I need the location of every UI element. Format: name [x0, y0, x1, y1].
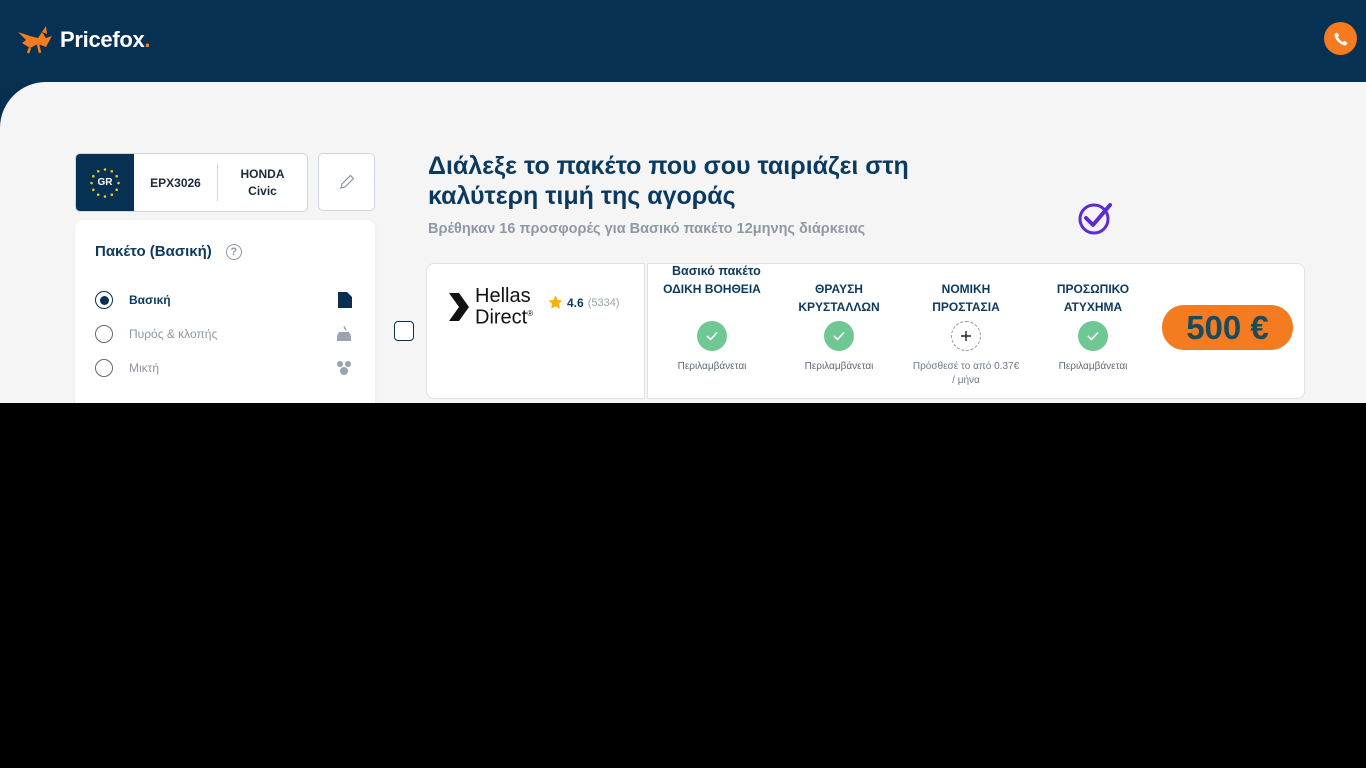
vehicle-make: HONDA [240, 166, 285, 181]
cover-title: ΠΡΟΣΩΠΙΚΟ ΑΤΥΧΗΜΑ [1056, 282, 1130, 314]
offers-count-text: Βρέθηκαν 16 προσφορές για Βασικό πακέτο … [428, 221, 866, 237]
package-title-text: Πακέτο (Βασική) [95, 243, 212, 260]
phone-button[interactable] [1324, 22, 1357, 55]
pencil-icon [339, 174, 354, 189]
package-panel: Πακέτο (Βασική) ? Βασική Πυρός & κλοπής … [75, 220, 375, 403]
package-option-fire-theft[interactable]: Πυρός & κλοπής [95, 324, 355, 344]
brand-name: Pricefox [60, 27, 145, 52]
provider-name: Hellas Direct® [475, 285, 534, 329]
pricefox-logo[interactable]: Pricefox. [16, 26, 151, 54]
provider-name-line2: Direct® [475, 305, 534, 329]
brand-dot: . [144, 27, 151, 52]
provider-rating: 4.6 (5334) [548, 295, 619, 310]
registered-mark: ® [527, 309, 534, 318]
plate-number: EPX3026 [134, 164, 218, 201]
cover-title: ΘΡΑΥΣΗ ΚΡΥΣΤΑΛΛΩΝ [798, 282, 880, 314]
provider-name-line1: Hellas [475, 285, 531, 307]
review-count: (5334) [587, 296, 620, 309]
plus-icon [961, 331, 971, 341]
package-option-mixed[interactable]: Μικτή [95, 358, 355, 378]
eu-stars-icon: GR [88, 166, 122, 200]
cover-status: Περιλαμβάνεται [1058, 361, 1128, 372]
check-icon [697, 321, 727, 351]
vehicle-plate-card: GR EPX3026 HONDA Civic [75, 153, 308, 212]
cover-title: ΝΟΜΙΚΗ ΠΡΟΣΤΑΣΙΑ [932, 282, 1000, 314]
package-label: Βασικό πακέτο [672, 264, 761, 278]
cover-status: Περιλαμβάνεται [804, 361, 874, 372]
star-icon [548, 295, 563, 309]
package-option-label: Πυρός & κλοπής [129, 327, 218, 341]
cover-status: Περιλαμβάνεται [677, 361, 747, 372]
offer-provider-card[interactable]: Hellas Direct® 4.6 (5334) [426, 263, 645, 399]
vehicle-model-name: Civic [248, 183, 277, 198]
group-icon [337, 361, 351, 375]
eu-flag: GR [76, 154, 134, 211]
check-icon [824, 321, 854, 351]
cover-road-assistance: ΟΔΙΚΗ ΒΟΗΘΕΙΑ Περιλαμβάνεται [657, 280, 767, 374]
cover-personal-accident: ΠΡΟΣΩΠΙΚΟ ΑΤΥΧΗΜΑ Περιλαμβάνεται [1038, 280, 1148, 374]
edit-vehicle-button[interactable] [318, 153, 375, 211]
radio-button[interactable] [95, 291, 113, 309]
provider-name-text: Direct [475, 306, 528, 329]
help-icon[interactable]: ? [225, 243, 242, 260]
hellas-direct-logo: Hellas Direct® [447, 285, 534, 329]
cover-legal-protection: ΝΟΜΙΚΗ ΠΡΟΣΤΑΣΙΑ Πρόσθεσέ το από 0.37€ /… [911, 280, 1021, 388]
check-icon [1078, 321, 1108, 351]
cover-glass-breakage: ΘΡΑΥΣΗ ΚΡΥΣΤΑΛΛΩΝ Περιλαμβάνεται [784, 280, 894, 374]
car-fire-icon [337, 325, 351, 341]
country-code: GR [97, 177, 113, 188]
compare-checkbox[interactable] [394, 321, 414, 341]
cover-title: ΟΔΙΚΗ ΒΟΗΘΕΙΑ [663, 282, 761, 296]
offer-price[interactable]: 500 € [1162, 305, 1293, 350]
radio-button[interactable] [95, 359, 113, 377]
fox-icon [18, 26, 52, 54]
package-option-basic[interactable]: Βασική [95, 290, 355, 310]
verified-check-icon [1078, 203, 1112, 235]
phone-icon [1334, 32, 1347, 45]
package-option-label: Βασική [129, 293, 171, 307]
top-bar: Pricefox. [0, 0, 1366, 82]
radio-button[interactable] [95, 325, 113, 343]
app-viewport: Pricefox. GR EPX3026 HONDA Civic Πακέτο … [0, 0, 1366, 403]
package-title: Πακέτο (Βασική) ? [95, 243, 242, 260]
cover-status: Πρόσθεσέ το από 0.37€ / μήνα [912, 361, 1020, 386]
rating-value: 4.6 [567, 295, 584, 310]
chevron-logo-icon [449, 292, 469, 321]
package-option-label: Μικτή [129, 361, 160, 375]
add-cover-button[interactable] [951, 321, 981, 351]
document-icon [338, 292, 352, 308]
page-title: Διάλεξε το πακέτο που σου ταιριάζει στη … [428, 152, 909, 210]
vehicle-model: HONDA Civic [218, 154, 307, 211]
